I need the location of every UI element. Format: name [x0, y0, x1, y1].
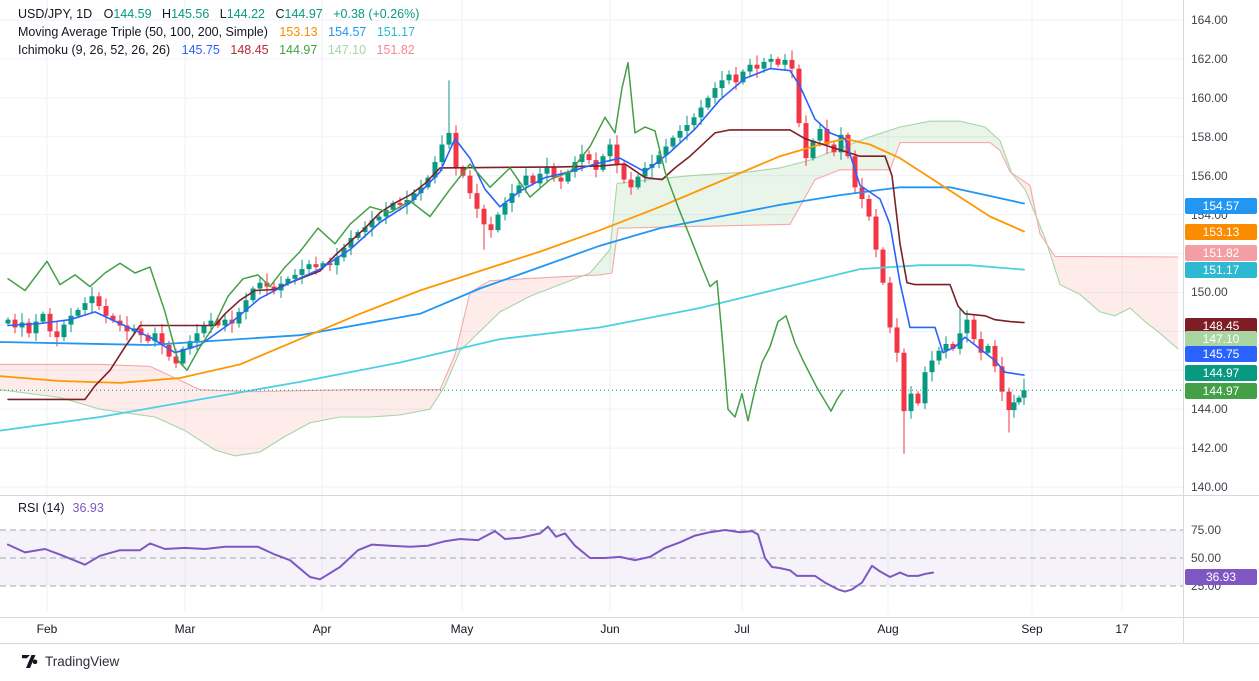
- chart-canvas[interactable]: [0, 0, 1259, 681]
- time-axis-label: Apr: [312, 622, 332, 636]
- ma200-value: 151.17: [376, 25, 416, 39]
- last-price-badge: 144.97: [1185, 365, 1257, 381]
- ma200-badge: 151.17: [1185, 262, 1257, 278]
- ma50-badge: 153.13: [1185, 224, 1257, 240]
- senkou-a-value: 147.10: [327, 43, 367, 57]
- price-axis-label: 142.00: [1191, 441, 1228, 456]
- price-axis-label: 140.00: [1191, 480, 1228, 494]
- senkou-b-value: 151.82: [376, 43, 415, 57]
- ma100-badge: 154.57: [1185, 198, 1257, 214]
- time-axis-label: Sep: [1021, 622, 1043, 636]
- time-axis-label: Mar: [174, 622, 196, 636]
- ohlc-close: C144.97: [275, 7, 323, 21]
- price-axis-label: 162.00: [1191, 51, 1228, 66]
- rsi-axis-label: 50.00: [1191, 551, 1222, 565]
- legend-ma-row[interactable]: Moving Average Triple (50, 100, 200, Sim…: [18, 24, 426, 41]
- time-axis-label: Aug: [877, 622, 899, 636]
- time-axis-label: Jun: [600, 622, 620, 636]
- price-axis-label: 160.00: [1191, 90, 1228, 105]
- ma-title: Moving Average Triple (50, 100, 200, Sim…: [18, 25, 268, 39]
- legend-ichimoku-row[interactable]: Ichimoku (9, 26, 52, 26, 26) 145.75 148.…: [18, 42, 426, 59]
- tradingview-chart-window: USD/JPY, 1D O144.59 H145.56 L144.22 C144…: [0, 0, 1259, 681]
- legend-rsi-row[interactable]: RSI (14) 36.93: [18, 501, 104, 515]
- rsi-badge: 36.93: [1185, 569, 1257, 585]
- tradingview-mark-icon: [22, 655, 38, 668]
- ichimoku-title: Ichimoku (9, 26, 52, 26, 26): [18, 43, 171, 57]
- legend-symbol-row[interactable]: USD/JPY, 1D O144.59 H145.56 L144.22 C144…: [18, 6, 426, 23]
- tenkan-value: 145.75: [181, 43, 220, 57]
- tenkan-line: [7, 67, 1025, 376]
- grid-lines: [0, 0, 1183, 612]
- price-axis-label: 144.00: [1191, 402, 1228, 417]
- price-axis-label: 156.00: [1191, 168, 1228, 183]
- tradingview-logo[interactable]: TradingView: [22, 654, 119, 669]
- ichimoku-cloud: [0, 121, 1178, 456]
- ohlc-open: O144.59: [103, 7, 152, 21]
- indicator-legend: USD/JPY, 1D O144.59 H145.56 L144.22 C144…: [18, 6, 426, 60]
- rsi-title: RSI (14): [18, 501, 65, 515]
- chikou-value: 144.97: [279, 43, 318, 57]
- time-axis-label: Jul: [734, 622, 750, 636]
- ma100-value: 154.57: [328, 25, 367, 39]
- price-axis-label: 158.00: [1191, 129, 1228, 144]
- ohlc-high: H145.56: [162, 7, 210, 21]
- ma50-value: 153.13: [279, 25, 318, 39]
- price-axis-label: 150.00: [1191, 285, 1228, 300]
- senkou-b-badge: 151.82: [1185, 245, 1257, 261]
- time-axis-label: Feb: [36, 622, 58, 636]
- time-axis-label: 17: [1115, 622, 1129, 636]
- price-change: +0.38 (+0.26%): [333, 7, 420, 21]
- senkou-a-badge: 147.10: [1185, 331, 1257, 347]
- rsi-axis-label: 75.00: [1191, 523, 1222, 537]
- chikou-badge: 144.97: [1185, 383, 1257, 399]
- rsi-value: 36.93: [72, 501, 104, 515]
- price-axis-label: 164.00: [1191, 13, 1228, 27]
- kijun-value: 148.45: [230, 43, 269, 57]
- ohlc-low: L144.22: [219, 7, 265, 21]
- tenkan-badge: 145.75: [1185, 346, 1257, 362]
- time-axis-label: May: [450, 622, 474, 636]
- symbol-title: USD/JPY, 1D: [18, 7, 93, 21]
